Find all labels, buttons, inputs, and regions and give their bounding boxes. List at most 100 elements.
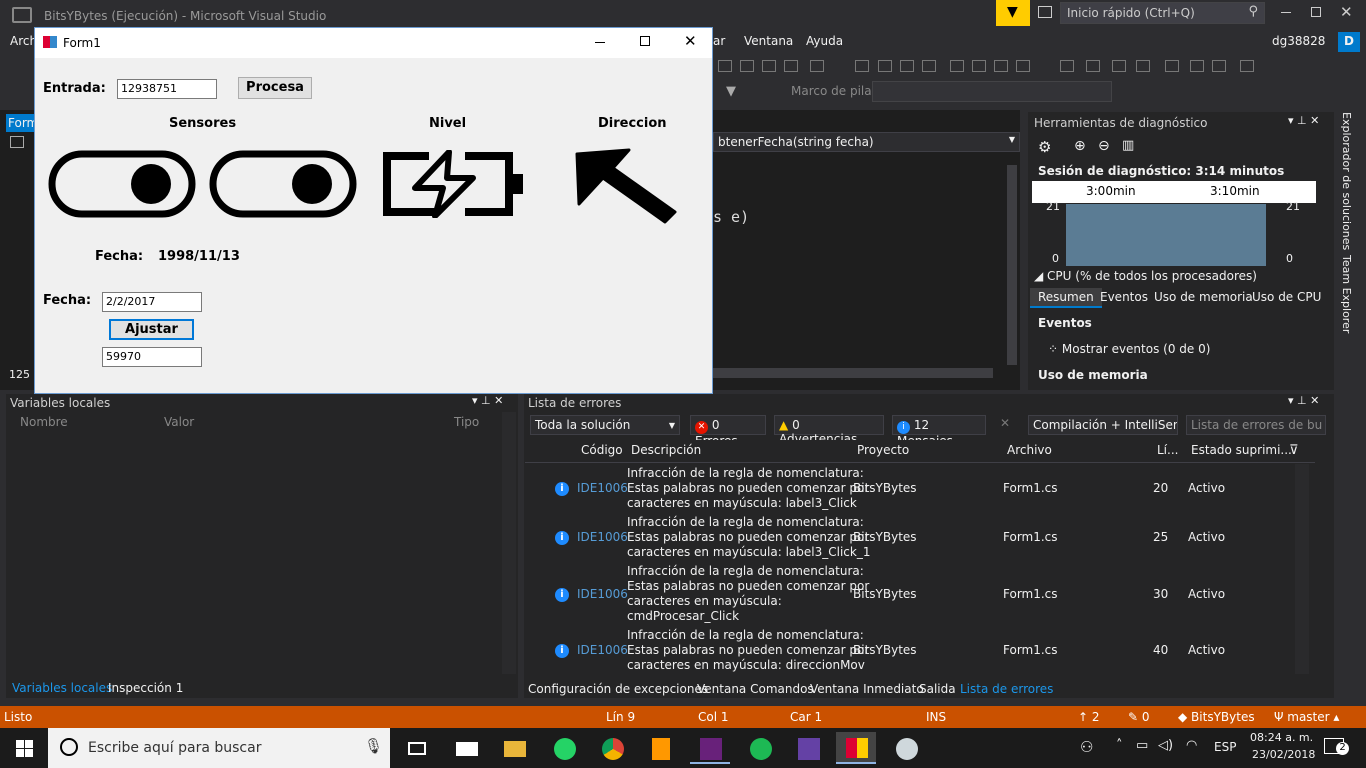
tab-salida[interactable]: Salida bbox=[919, 682, 956, 696]
procesa-button[interactable]: Procesa bbox=[238, 77, 312, 99]
settings-icon[interactable]: ⚙ bbox=[1038, 138, 1051, 156]
side-tab-team-explorer[interactable]: Team Explorer bbox=[1340, 255, 1353, 333]
tab-variables-locales[interactable]: Variables locales bbox=[12, 681, 112, 695]
toolbar-icon[interactable] bbox=[900, 60, 914, 72]
pin-icon[interactable]: ▾ ⊥ ✕ bbox=[1288, 114, 1319, 127]
stack-frame-select[interactable] bbox=[872, 81, 1112, 102]
side-tab-solution-explorer[interactable]: Explorador de soluciones bbox=[1340, 112, 1353, 250]
locals-col-valor[interactable]: Valor bbox=[164, 415, 194, 429]
close-button[interactable]: ✕ bbox=[1340, 3, 1353, 21]
col-descripcion[interactable]: Descripción bbox=[631, 443, 701, 457]
error-search-input[interactable]: Lista de errores de bu bbox=[1186, 415, 1326, 435]
clear-filter-icon[interactable]: ✕ bbox=[1000, 416, 1010, 430]
show-events-link[interactable]: ⁘ Mostrar eventos (0 de 0) bbox=[1048, 342, 1210, 356]
errors-filter-button[interactable]: ✕ 0 Errores bbox=[690, 415, 766, 448]
toolbar-icon[interactable] bbox=[1240, 60, 1254, 72]
col-estado[interactable]: Estado suprimi... bbox=[1191, 443, 1292, 457]
col-proyecto[interactable]: Proyecto bbox=[857, 443, 909, 457]
scope-select[interactable]: Toda la solución ▼ bbox=[530, 415, 680, 435]
windows-start-icon[interactable] bbox=[16, 740, 33, 757]
form-maximize-button[interactable] bbox=[640, 36, 650, 46]
col-linea[interactable]: Lí... bbox=[1157, 443, 1178, 457]
push-count[interactable]: ↑ 2 bbox=[1078, 710, 1100, 724]
table-row[interactable]: i IDE1006 Infracción de la regla de nome… bbox=[525, 513, 1315, 569]
toolbar-icon[interactable] bbox=[1136, 60, 1150, 72]
volume-icon[interactable]: ◁) bbox=[1158, 738, 1173, 753]
table-row[interactable]: i IDE1006 Infracción de la regla de nome… bbox=[525, 626, 1315, 676]
diag-tab-memoria[interactable]: Uso de memoria bbox=[1154, 290, 1253, 304]
tab-ventana-inmediato[interactable]: Ventana Inmediato bbox=[810, 682, 924, 696]
file-explorer-icon[interactable] bbox=[494, 732, 534, 764]
restore-button[interactable] bbox=[1311, 7, 1321, 17]
spotify-icon[interactable] bbox=[740, 732, 780, 764]
toolbar-icon[interactable] bbox=[922, 60, 936, 72]
toolbar-icon[interactable] bbox=[1016, 60, 1030, 72]
diag-tab-eventos[interactable]: Eventos bbox=[1100, 290, 1148, 304]
branch-name[interactable]: Ψ master ▴ bbox=[1274, 710, 1339, 724]
visual-studio-icon[interactable] bbox=[690, 732, 730, 764]
table-row[interactable]: i IDE1006 Infracción de la regla de nome… bbox=[525, 562, 1315, 624]
taskbar-search[interactable]: Escribe aquí para buscar 🎙 bbox=[48, 728, 390, 768]
toolbar-icon[interactable] bbox=[1212, 60, 1226, 72]
tab-inspeccion[interactable]: Inspección 1 bbox=[108, 681, 183, 695]
user-avatar[interactable]: D bbox=[1338, 32, 1360, 52]
people-icon[interactable]: ⚇ bbox=[1080, 738, 1093, 756]
tab-config-excepciones[interactable]: Configuración de excepciones bbox=[528, 682, 708, 696]
diag-tab-resumen[interactable]: Resumen bbox=[1030, 288, 1102, 308]
network-icon[interactable]: ▭ bbox=[1136, 738, 1148, 753]
pin-icon[interactable]: ▾ ⊥ ✕ bbox=[1288, 394, 1319, 407]
locals-scrollbar[interactable] bbox=[502, 412, 516, 674]
filter-icon[interactable]: ▼ bbox=[726, 84, 736, 99]
toolbar-icon[interactable] bbox=[878, 60, 892, 72]
toolbar-icon[interactable] bbox=[855, 60, 869, 72]
messages-filter-button[interactable]: i 12 Mensajes bbox=[892, 415, 986, 448]
whatsapp-icon[interactable] bbox=[544, 732, 584, 764]
table-row[interactable]: i IDE1006 Infracción de la regla de nome… bbox=[525, 464, 1315, 520]
locals-col-tipo[interactable]: Tipo bbox=[454, 415, 479, 429]
menu-ventana[interactable]: Ventana bbox=[744, 34, 793, 48]
zoom-in-icon[interactable]: ⊕ bbox=[1074, 138, 1086, 154]
tab-lista-errores[interactable]: Lista de errores bbox=[960, 682, 1053, 696]
error-table-scrollbar[interactable] bbox=[1295, 464, 1309, 674]
task-view-icon[interactable] bbox=[398, 732, 438, 764]
chrome-icon[interactable] bbox=[592, 732, 632, 764]
quick-launch-input[interactable]: Inicio rápido (Ctrl+Q) ⚲ bbox=[1060, 2, 1265, 24]
cpu-label[interactable]: ◢ CPU (% de todos los procesadores) bbox=[1034, 269, 1257, 283]
toolbar-icon[interactable] bbox=[740, 60, 754, 72]
bookmark-icon[interactable] bbox=[1165, 60, 1179, 72]
ajustar-button[interactable]: Ajustar bbox=[109, 319, 194, 340]
toolbar-icon[interactable] bbox=[810, 60, 824, 72]
toolbar-icon[interactable] bbox=[950, 60, 964, 72]
clock-time[interactable]: 08:24 a. m. bbox=[1250, 731, 1313, 744]
menu-depurar[interactable]: ar bbox=[713, 34, 725, 48]
row-code[interactable]: IDE1006 bbox=[577, 587, 628, 601]
language-indicator[interactable]: ESP bbox=[1214, 740, 1236, 754]
build-select[interactable]: Compilación + IntelliSen bbox=[1028, 415, 1178, 435]
wifi-icon[interactable]: ◠ bbox=[1186, 738, 1197, 753]
locals-col-nombre[interactable]: Nombre bbox=[20, 415, 68, 429]
toolbar-icon[interactable] bbox=[718, 60, 732, 72]
toolbar-icon[interactable] bbox=[762, 60, 776, 72]
chart-icon[interactable]: ▥ bbox=[1122, 138, 1134, 153]
pin-icon[interactable]: ▾ ⊥ ✕ bbox=[472, 394, 503, 407]
row-code[interactable]: IDE1006 bbox=[577, 481, 628, 495]
sublime-icon[interactable] bbox=[640, 732, 680, 764]
twitch-icon[interactable] bbox=[788, 732, 828, 764]
editor-tab[interactable]: Form bbox=[6, 114, 34, 132]
sensor-2-toggle-icon[interactable] bbox=[209, 150, 357, 218]
notification-flag-icon[interactable]: ▼ bbox=[996, 0, 1030, 26]
row-code[interactable]: IDE1006 bbox=[577, 530, 628, 544]
menu-ayuda[interactable]: Ayuda bbox=[806, 34, 843, 48]
editor-vscroll[interactable] bbox=[1007, 165, 1017, 365]
form-minimize-button[interactable] bbox=[595, 42, 605, 43]
row-code[interactable]: IDE1006 bbox=[577, 643, 628, 657]
clock-date[interactable]: 23/02/2018 bbox=[1252, 748, 1315, 761]
result-output[interactable]: 59970 bbox=[102, 347, 202, 367]
zoom-out-icon[interactable]: ⊖ bbox=[1098, 138, 1110, 154]
tab-ventana-comandos[interactable]: Ventana Comandos bbox=[697, 682, 814, 696]
form-close-button[interactable]: ✕ bbox=[684, 32, 697, 50]
toolbar-icon[interactable] bbox=[1060, 60, 1074, 72]
column-filter-icon[interactable]: ⊽ bbox=[1289, 443, 1299, 458]
microphone-icon[interactable]: 🎙 bbox=[364, 737, 383, 755]
repo-name[interactable]: ◆ BitsYBytes bbox=[1178, 710, 1255, 724]
